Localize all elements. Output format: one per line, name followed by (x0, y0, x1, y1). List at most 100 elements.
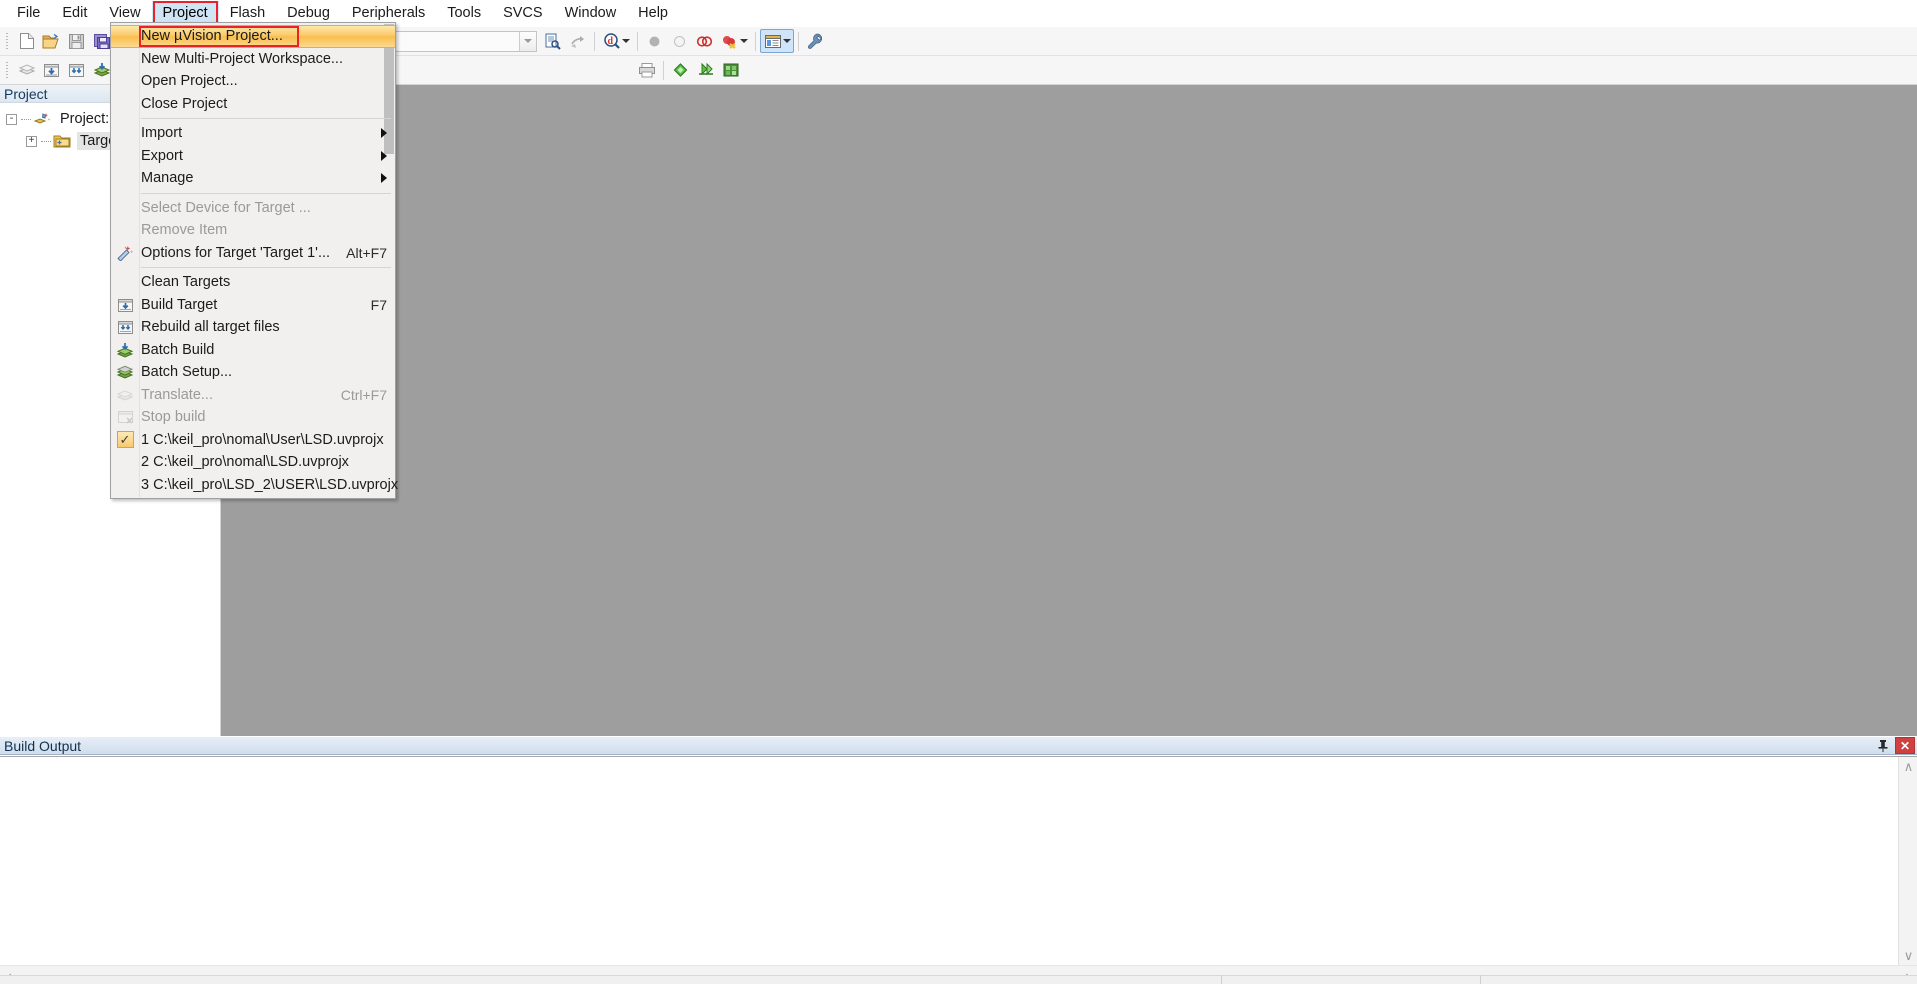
menu-item-options-for-target[interactable]: Options for Target 'Target 1'... Alt+F7 (111, 242, 395, 265)
manage-window-button[interactable] (760, 29, 794, 53)
chevron-down-icon[interactable] (739, 39, 748, 43)
menubar-label: Help (638, 4, 668, 21)
save-all-icon (93, 33, 110, 49)
build-output-vscrollbar[interactable]: ∧ ∨ (1898, 757, 1917, 965)
menu-item-label: Translate... (141, 386, 213, 403)
menu-item-label: 2 C:\keil_pro\nomal\LSD.uvprojx (141, 454, 349, 471)
toolbar-separator (594, 31, 595, 51)
menu-item-translate: Translate... Ctrl+F7 (111, 384, 395, 407)
build-output-body: ∧ ∨ ‹ › (0, 756, 1917, 984)
clear-bookmarks-button[interactable] (718, 58, 743, 82)
menubar-label: Window (564, 4, 617, 21)
build-output-panel: Build Output ✕ ∧ ∨ ‹ › (0, 736, 1917, 984)
new-file-button[interactable] (14, 29, 39, 53)
print-button[interactable] (634, 58, 659, 82)
svg-text:d: d (607, 36, 613, 47)
build-target-button[interactable] (39, 58, 64, 82)
menu-item-recent-project-3[interactable]: 3 C:\keil_pro\LSD_2\USER\LSD.uvprojx (111, 474, 398, 497)
menu-item-manage[interactable]: Manage (111, 167, 395, 190)
chevron-down-icon (524, 39, 532, 43)
expander-expand-icon[interactable]: + (26, 135, 37, 147)
menu-item-rebuild-all-target-files[interactable]: Rebuild all target files (111, 316, 395, 339)
menu-item-batch-setup[interactable]: Batch Setup... (111, 361, 395, 384)
configuration-button[interactable] (803, 29, 828, 53)
menu-item-recent-project-2[interactable]: 2 C:\keil_pro\nomal\LSD.uvprojx (111, 451, 395, 474)
debug-magnifier-icon: d (603, 32, 620, 49)
menu-item-recent-project-1[interactable]: ✓ 1 C:\keil_pro\nomal\User\LSD.uvprojx (111, 429, 395, 452)
menu-item-new-multi-project-workspace[interactable]: New Multi-Project Workspace... (111, 48, 395, 71)
expander-collapse-icon[interactable]: - (6, 113, 17, 125)
chevron-down-icon[interactable] (782, 39, 791, 43)
menu-separator (141, 118, 391, 119)
bp-white-icon (674, 35, 685, 47)
kill-all-breakpoints-button[interactable] (717, 29, 751, 53)
menu-item-label: New µVision Project... (141, 28, 283, 45)
menu-separator (141, 192, 391, 194)
batch-build-icon (115, 341, 135, 359)
menubar-item-edit[interactable]: Edit (51, 1, 98, 27)
menu-item-label: New Multi-Project Workspace... (141, 50, 343, 67)
insert-bookmark-button[interactable] (668, 58, 693, 82)
menubar-label: Flash (229, 4, 266, 21)
pin-icon[interactable] (1873, 737, 1893, 754)
menu-item-new-uvision-project[interactable]: New µVision Project... (111, 25, 395, 48)
scroll-down-icon[interactable]: ∨ (1899, 946, 1917, 965)
menu-item-label: Options for Target 'Target 1'... (141, 244, 331, 261)
translate-button[interactable] (14, 58, 39, 82)
close-icon[interactable]: ✕ (1895, 737, 1915, 754)
menu-item-shortcut: Alt+F7 (346, 244, 387, 261)
open-file-button[interactable] (39, 29, 64, 53)
menu-item-open-project[interactable]: Open Project... (111, 70, 395, 93)
green-arrows-icon (698, 62, 713, 76)
find-input-field[interactable] (395, 31, 519, 51)
checked-icon: ✓ (115, 431, 135, 449)
menu-item-remove-item: Remove Item (111, 219, 395, 242)
batch-build-icon (93, 63, 110, 77)
menubar-label: File (17, 4, 41, 21)
save-button[interactable] (64, 29, 89, 53)
menu-item-label: Open Project... (141, 73, 238, 90)
target-folder-icon (53, 133, 73, 149)
chevron-down-icon[interactable] (621, 39, 630, 43)
menu-item-export[interactable]: Export (111, 145, 395, 168)
menu-item-clean-targets[interactable]: Clean Targets (111, 271, 395, 294)
menubar-label: Project (162, 4, 208, 21)
menu-separator (141, 267, 391, 268)
menubar-item-window[interactable]: Window (554, 1, 628, 27)
menu-item-label: Select Device for Target ... (141, 199, 311, 216)
menu-item-build-target[interactable]: Build Target F7 (111, 294, 395, 317)
toolbar-grip[interactable] (3, 31, 12, 51)
status-strip (0, 975, 1917, 984)
insert-breakpoint-button[interactable] (642, 29, 667, 53)
menu-item-label: Stop build (141, 409, 206, 426)
menu-item-stop-build: Stop build (111, 406, 395, 429)
rebuild-all-icon (115, 318, 135, 336)
debug-session-button[interactable]: d (599, 29, 633, 53)
toolbar-grip[interactable] (3, 60, 12, 80)
scroll-up-icon[interactable]: ∧ (1899, 757, 1917, 776)
menubar-item-help[interactable]: Help (627, 1, 679, 27)
disable-breakpoint-button[interactable] (692, 29, 717, 53)
goto-button[interactable] (565, 29, 590, 53)
menu-item-batch-build[interactable]: Batch Build (111, 339, 395, 362)
wrench-icon (807, 33, 823, 49)
menubar-label: Peripherals (351, 4, 426, 21)
editor-workspace (221, 85, 1917, 736)
next-bookmark-button[interactable] (693, 58, 718, 82)
find-input[interactable] (394, 30, 537, 52)
menubar-item-tools[interactable]: Tools (436, 1, 492, 27)
new-file-icon (19, 33, 34, 49)
menubar-item-svcs[interactable]: SVCS (492, 1, 554, 27)
menu-item-close-project[interactable]: Close Project (111, 93, 395, 116)
menu-item-import[interactable]: Import (111, 122, 395, 145)
tree-connector (21, 118, 31, 120)
menubar-label: View (109, 4, 141, 21)
menubar-item-file[interactable]: File (6, 1, 51, 27)
find-dropdown-button[interactable] (519, 31, 536, 51)
rebuild-button[interactable] (64, 58, 89, 82)
keil-uvision-window: File Edit View Project Flash Debug Perip… (0, 0, 1917, 984)
kill-breakpoint-button[interactable] (667, 29, 692, 53)
menu-item-label: 1 C:\keil_pro\nomal\User\LSD.uvprojx (141, 431, 384, 448)
find-in-files-button[interactable] (540, 29, 565, 53)
build-output-text[interactable] (0, 757, 1898, 965)
